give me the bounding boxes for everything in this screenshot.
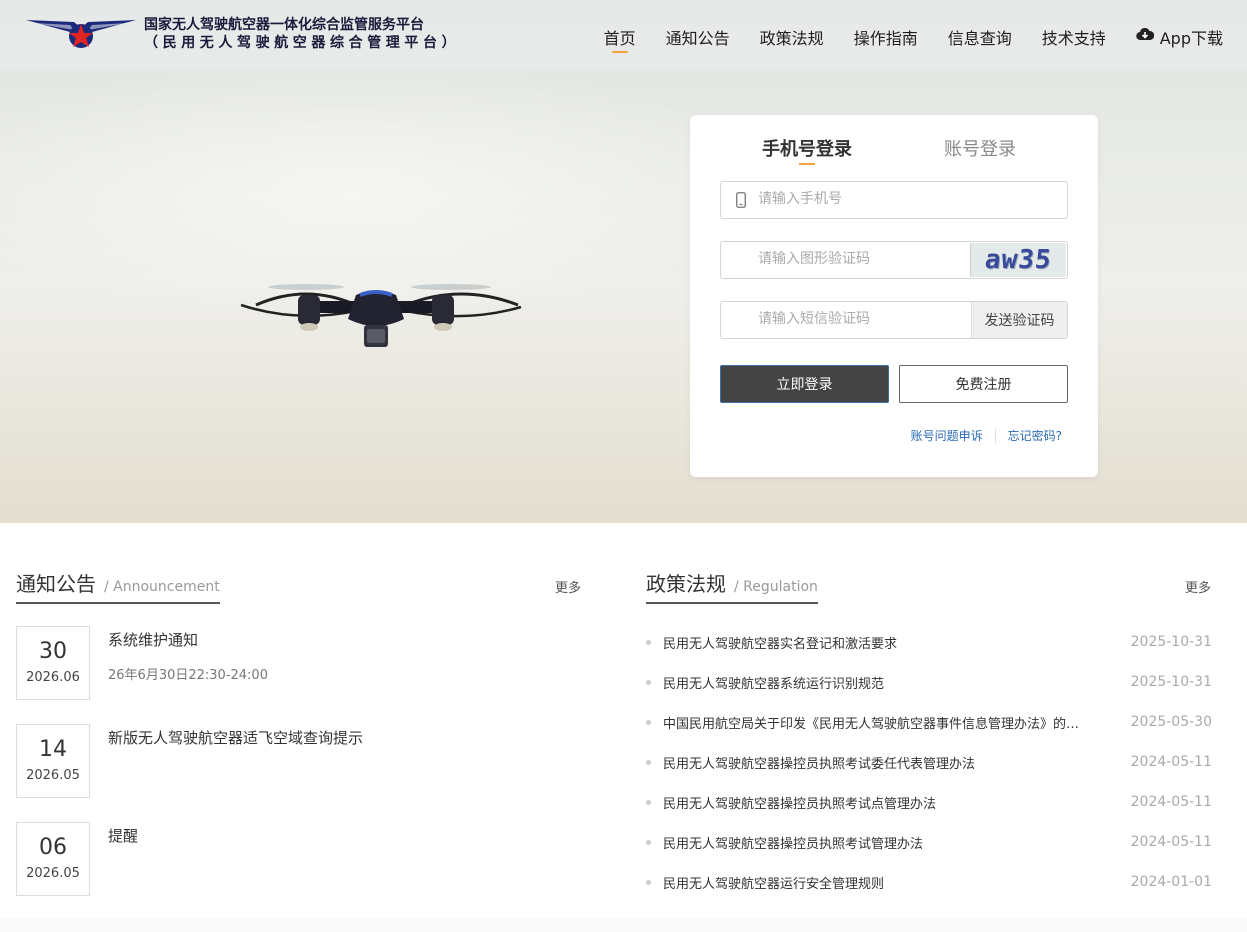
- notice-title[interactable]: 新版无人驾驶航空器适飞空域查询提示: [108, 727, 363, 748]
- app-download-label: App下载: [1159, 29, 1223, 48]
- nav-home[interactable]: 首页: [604, 25, 636, 53]
- policy-item: 中国民用航空局关于印发《民用无人驾驶航空器事件信息管理办法》的通知 2025-0…: [646, 712, 1212, 732]
- notice-year-month: 2026.05: [26, 768, 80, 783]
- notice-day: 06: [39, 835, 67, 860]
- policy-item: 民用无人驾驶航空器操控员执照考试点管理办法 2024-05-11: [646, 792, 1212, 812]
- bullet-dot: [646, 639, 651, 645]
- policy-title[interactable]: 民用无人驾驶航空器实名登记和激活要求: [663, 633, 1087, 652]
- notice-summary: 26年6月30日22:30-24:00: [108, 668, 268, 683]
- nav-policies[interactable]: 政策法规: [760, 25, 824, 53]
- account-appeal-link[interactable]: 账号问题申诉: [911, 427, 983, 444]
- tab-account-login[interactable]: 账号登录: [944, 135, 1016, 161]
- bullet-dot: [646, 679, 651, 685]
- notices-more-link[interactable]: 更多: [555, 577, 581, 596]
- platform-name: 国家无人驾驶航空器一体化综合监管服务平台 （民用无人驾驶航空器综合管理平台）: [144, 16, 460, 52]
- login-panel: 手机号登录 账号登录 aw35 发送验证码 立即登录 免费注册 账号问题申诉 忘…: [690, 115, 1098, 477]
- notice-item: 06 2026.05 提醒: [16, 822, 586, 896]
- nav-guide[interactable]: 操作指南: [854, 25, 918, 53]
- login-tabs: 手机号登录 账号登录: [690, 135, 1098, 165]
- policy-item: 民用无人驾驶航空器操控员执照考试管理办法 2024-05-11: [646, 832, 1212, 852]
- policy-date: 2025-10-31: [1130, 674, 1212, 690]
- content-section: 通知公告 / Announcement 更多 30 2026.06 系统维护通知…: [0, 523, 1247, 919]
- bullet-dot: [646, 719, 651, 725]
- notice-date: 06 2026.05: [16, 822, 90, 896]
- sms-code-field: 发送验证码: [720, 301, 1068, 339]
- policy-date: 2024-05-11: [1130, 754, 1212, 770]
- phone-input[interactable]: [758, 191, 958, 207]
- tab-phone-login[interactable]: 手机号登录: [762, 135, 852, 165]
- send-code-button[interactable]: 发送验证码: [971, 302, 1067, 338]
- policy-item: 民用无人驾驶航空器运行安全管理规则 2024-01-01: [646, 872, 1212, 892]
- notice-day: 30: [39, 639, 67, 664]
- notice-title[interactable]: 系统维护通知: [108, 629, 198, 650]
- phone-field: [720, 181, 1068, 219]
- notice-year-month: 2026.05: [26, 866, 80, 881]
- notices-title-en: / Announcement: [104, 579, 220, 595]
- caac-logo-icon[interactable]: [26, 14, 136, 52]
- brand-line-2: （民用无人驾驶航空器综合管理平台）: [144, 35, 461, 51]
- link-divider: [994, 428, 996, 443]
- mobile-phone-icon: [736, 192, 746, 208]
- policy-date: 2025-05-30: [1130, 714, 1212, 730]
- bullet-dot: [646, 799, 651, 805]
- policy-date: 2024-05-11: [1130, 834, 1212, 850]
- notice-day: 14: [39, 737, 67, 762]
- policy-title[interactable]: 民用无人驾驶航空器操控员执照考试管理办法: [663, 833, 1087, 852]
- policies-more-link[interactable]: 更多: [1185, 577, 1211, 596]
- nav-app-download[interactable]: App下载: [1135, 25, 1223, 53]
- drone-image: [240, 284, 522, 347]
- policy-item: 民用无人驾驶航空器系统运行识别规范 2025-10-31: [646, 672, 1212, 692]
- policy-item: 民用无人驾驶航空器实名登记和激活要求 2025-10-31: [646, 632, 1212, 652]
- policies-heading: 政策法规 / Regulation: [646, 568, 818, 604]
- policy-title[interactable]: 民用无人驾驶航空器操控员执照考试委任代表管理办法: [663, 753, 1087, 772]
- policies-title-en: / Regulation: [734, 579, 818, 595]
- main-nav: 首页 通知公告 政策法规 操作指南 信息查询 技术支持 App下载: [574, 25, 1223, 53]
- brand-line-1: 国家无人驾驶航空器一体化综合监管服务平台: [144, 17, 424, 33]
- bullet-dot: [646, 879, 651, 885]
- register-button[interactable]: 免费注册: [899, 365, 1068, 403]
- policy-title[interactable]: 民用无人驾驶航空器运行安全管理规则: [663, 873, 1087, 892]
- policy-title[interactable]: 民用无人驾驶航空器系统运行识别规范: [663, 673, 1087, 692]
- policy-date: 2024-01-01: [1130, 874, 1212, 890]
- notice-date: 14 2026.05: [16, 724, 90, 798]
- nav-notices[interactable]: 通知公告: [666, 25, 730, 53]
- login-button[interactable]: 立即登录: [720, 365, 889, 403]
- sms-code-input[interactable]: [758, 311, 958, 327]
- policy-title[interactable]: 民用无人驾驶航空器操控员执照考试点管理办法: [663, 793, 1087, 812]
- notice-year-month: 2026.06: [26, 670, 80, 685]
- captcha-text: aw35: [983, 245, 1054, 275]
- captcha-image[interactable]: aw35: [970, 243, 1066, 277]
- bullet-dot: [646, 839, 651, 845]
- notices-heading: 通知公告 / Announcement: [16, 568, 220, 604]
- policy-date: 2024-05-11: [1130, 794, 1212, 810]
- notice-item: 14 2026.05 新版无人驾驶航空器适飞空域查询提示: [16, 724, 586, 798]
- nav-query[interactable]: 信息查询: [948, 25, 1012, 53]
- forgot-password-link[interactable]: 忘记密码?: [1008, 427, 1062, 444]
- nav-support[interactable]: 技术支持: [1042, 25, 1106, 53]
- notice-date: 30 2026.06: [16, 626, 90, 700]
- policy-date: 2025-10-31: [1130, 634, 1212, 650]
- login-links: 账号问题申诉 忘记密码?: [911, 427, 1062, 444]
- notice-title[interactable]: 提醒: [108, 825, 138, 846]
- policy-item: 民用无人驾驶航空器操控员执照考试委任代表管理办法 2024-05-11: [646, 752, 1212, 772]
- bullet-dot: [646, 759, 651, 765]
- notices-title: 通知公告: [16, 572, 96, 596]
- policy-title[interactable]: 中国民用航空局关于印发《民用无人驾驶航空器事件信息管理办法》的通知: [663, 713, 1087, 732]
- top-header: 国家无人驾驶航空器一体化综合监管服务平台 （民用无人驾驶航空器综合管理平台） 首…: [0, 0, 1247, 70]
- cloud-download-icon: [1135, 27, 1154, 41]
- policies-title: 政策法规: [646, 572, 726, 596]
- captcha-input[interactable]: [758, 251, 958, 267]
- notice-item: 30 2026.06 系统维护通知 26年6月30日22:30-24:00: [16, 626, 586, 700]
- captcha-field: aw35: [720, 241, 1068, 279]
